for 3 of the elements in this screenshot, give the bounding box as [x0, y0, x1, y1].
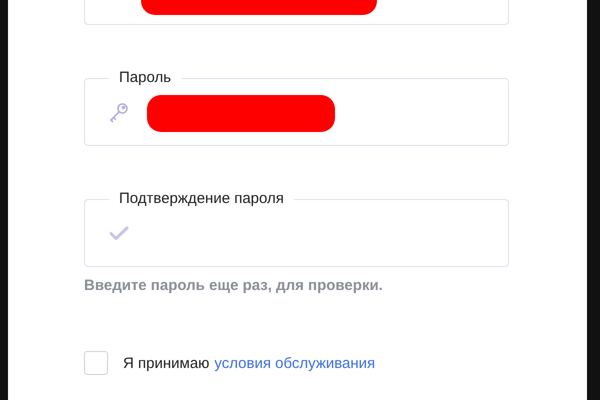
terms-text: Я принимаю	[123, 354, 210, 372]
terms-link[interactable]: условия обслуживания	[214, 354, 376, 372]
helper-text: Введите пароль еще раз, для проверки.	[84, 277, 384, 294]
